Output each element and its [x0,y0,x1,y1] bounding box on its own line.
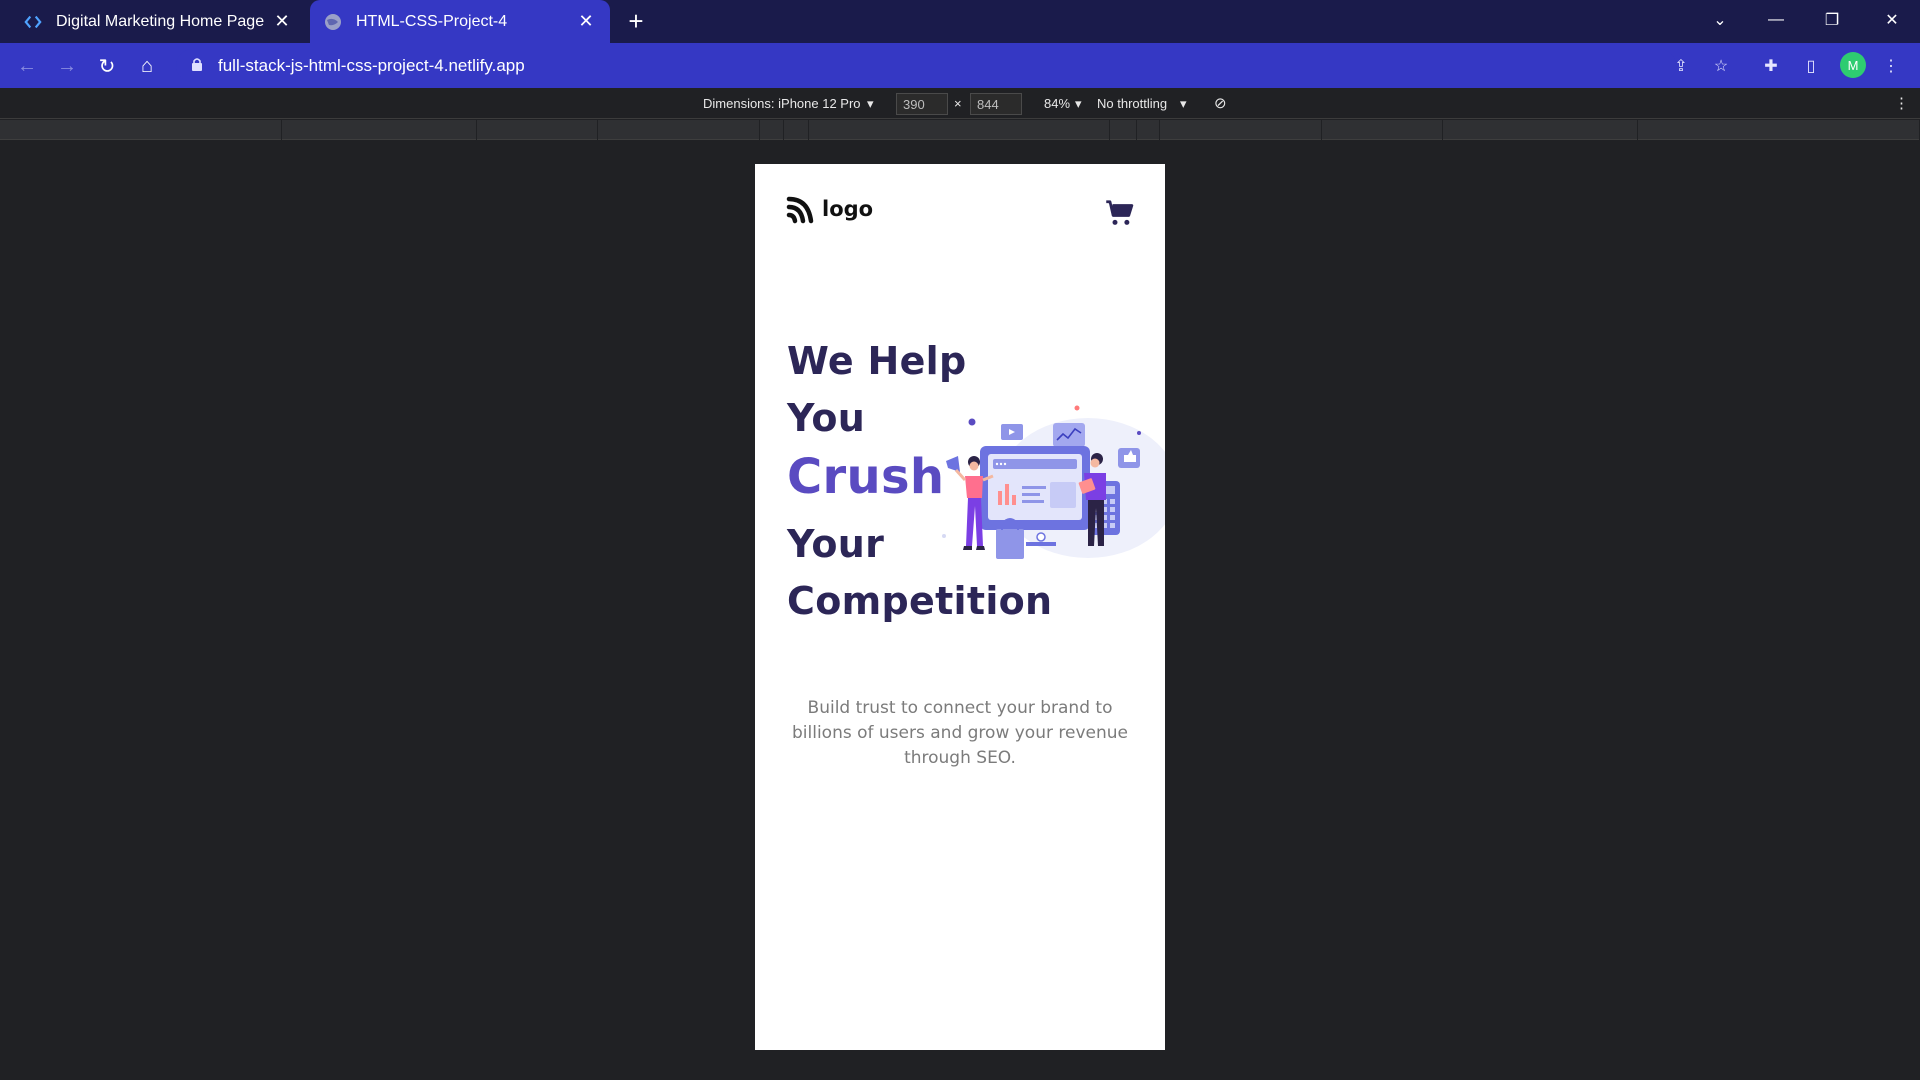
tab-strip: Digital Marketing Home Page ✕ HTML-CSS-P… [0,0,1920,43]
chevron-down-icon: ▾ [1180,96,1187,111]
logo-icon [786,196,814,224]
media-query-ruler[interactable] [0,120,1920,140]
hero-line-accent: Crush [787,449,945,505]
chevron-down-icon[interactable]: ⌄ [1692,0,1748,40]
throttling-select[interactable]: No throttling [1097,96,1167,111]
hero-line-2: You [787,396,866,440]
hero-line-4: Your [787,522,885,566]
url-text: full-stack-js-html-css-project-4.netlify… [218,56,525,75]
logo-text: logo [822,197,874,221]
cart-icon[interactable] [1105,198,1135,228]
zoom-select[interactable]: 84% [1044,96,1070,111]
close-icon[interactable]: ✕ [272,11,292,31]
site-logo[interactable]: logo [786,194,873,224]
back-icon[interactable]: ← [12,51,42,81]
chevron-down-icon: ▾ [1075,96,1082,111]
width-field[interactable] [896,93,948,115]
kebab-menu-icon[interactable]: ⋮ [1894,94,1909,112]
puzzle-icon[interactable]: ✚ [1756,51,1786,81]
minimize-button[interactable]: — [1748,0,1804,40]
plus-icon[interactable]: + [622,8,650,36]
device-toolbar: Dimensions: iPhone 12 Pro ▾ × 84% ▾ No t… [0,88,1920,119]
share-icon[interactable]: ⇪ [1666,51,1696,81]
forward-icon[interactable]: → [52,51,82,81]
device-dimensions-select[interactable]: Dimensions: iPhone 12 Pro [703,96,861,111]
hero-illustration [942,405,1165,559]
rotate-icon[interactable]: ⊘ [1214,94,1227,112]
restore-button[interactable]: ❐ [1804,0,1860,40]
kebab-menu-icon[interactable]: ⋮ [1876,51,1906,81]
globe-icon [324,13,342,31]
browser-toolbar: ← → ↻ ⌂ full-stack-js-html-css-project-4… [0,43,1920,88]
hero-line-1: We Help [787,339,967,383]
tab-title: HTML-CSS-Project-4 [356,12,508,30]
lock-icon [192,58,202,71]
home-icon[interactable]: ⌂ [132,51,162,81]
close-icon[interactable]: ✕ [576,11,596,31]
tab-digital-marketing[interactable]: Digital Marketing Home Page ✕ [0,0,306,43]
close-window-button[interactable]: ✕ [1864,0,1920,40]
sidepanel-icon[interactable]: ▯ [1796,51,1826,81]
hero-line-5: Competition [787,579,1053,623]
chevron-down-icon: ▾ [867,96,874,111]
star-icon[interactable]: ☆ [1706,51,1736,81]
device-viewport: logo We Help You Crush Your Competition [755,164,1165,1050]
height-field[interactable] [970,93,1022,115]
tab-title: Digital Marketing Home Page [56,12,265,30]
times-separator: × [954,96,962,111]
reload-icon[interactable]: ↻ [92,51,122,81]
tab-html-css-project[interactable]: HTML-CSS-Project-4 ✕ [310,0,610,43]
code-brackets-icon [24,13,42,31]
hero-tagline: Build trust to connect your brand to bil… [792,698,1128,768]
avatar[interactable]: M [1840,52,1866,78]
address-bar[interactable]: full-stack-js-html-css-project-4.netlify… [176,49,1676,82]
